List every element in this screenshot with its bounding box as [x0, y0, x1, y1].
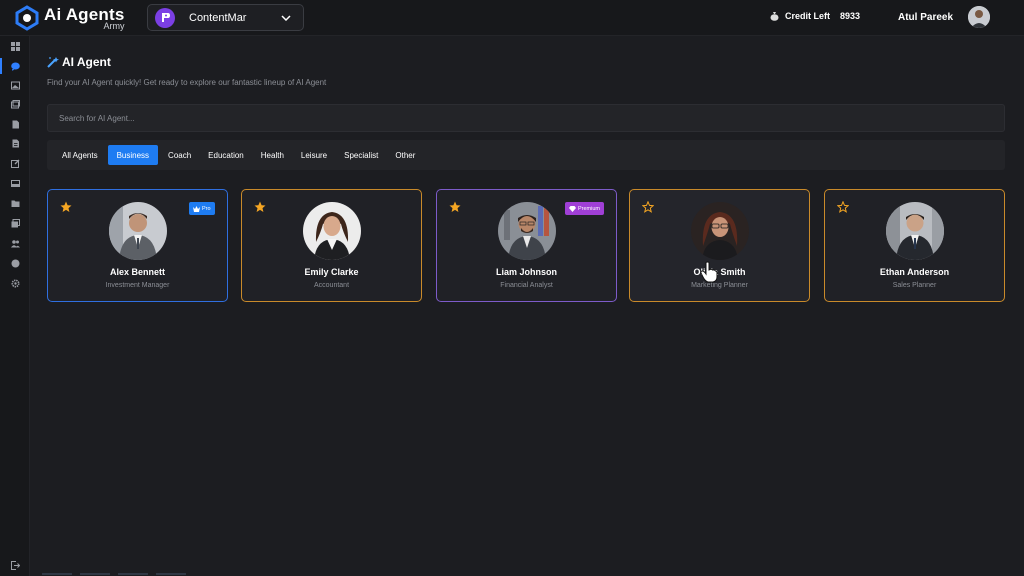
agent-role: Marketing Planner	[691, 282, 748, 289]
workspace-selector[interactable]: ContentMar	[147, 4, 304, 31]
document-icon	[12, 120, 19, 128]
category-tabs: All Agents Business Coach Education Heal…	[47, 140, 1005, 170]
star-outline-icon[interactable]	[837, 201, 849, 213]
sidebar-item-chat[interactable]	[9, 60, 21, 72]
agent-card[interactable]: Premium Liam Johnson Financial Analyst	[436, 189, 617, 302]
page-title: AI Agent	[47, 55, 111, 69]
logout-icon	[10, 560, 20, 570]
app-logo[interactable]: Ai Agents Army	[14, 5, 125, 31]
edit-icon	[10, 159, 19, 168]
sidebar-item-folder[interactable]	[9, 197, 21, 209]
star-outline-icon[interactable]	[642, 201, 654, 213]
logo-icon	[14, 5, 40, 31]
image-icon	[10, 81, 20, 89]
agent-photo	[109, 202, 167, 260]
agent-name: Olivia Smith	[693, 267, 746, 277]
badge-label: Pro	[202, 205, 211, 212]
tab-specialist[interactable]: Specialist	[337, 145, 385, 165]
circle-icon	[11, 259, 19, 267]
tab-other[interactable]: Other	[388, 145, 422, 165]
agent-name: Ethan Anderson	[879, 267, 950, 277]
sidebar	[0, 36, 30, 576]
pro-badge: Pro	[189, 202, 215, 215]
sidebar-item-images[interactable]	[9, 217, 21, 229]
agent-name: Emily Clarke	[304, 267, 359, 277]
magic-wand-icon	[47, 57, 59, 68]
agent-name: Liam Johnson	[495, 267, 557, 277]
page-title-text: AI Agent	[62, 55, 111, 69]
sidebar-item-settings[interactable]	[9, 277, 21, 289]
agent-name: Alex Bennett	[109, 267, 165, 277]
crown-icon	[193, 205, 200, 212]
tab-education[interactable]: Education	[201, 145, 251, 165]
tab-health[interactable]: Health	[254, 145, 291, 165]
credit-value: 8933	[840, 11, 861, 21]
images-icon	[11, 218, 20, 227]
folder-icon	[11, 200, 19, 207]
user-name: Atul Pareek	[898, 11, 954, 23]
agent-photo	[691, 202, 749, 260]
sidebar-item-gallery[interactable]	[9, 98, 21, 110]
credit-indicator: Credit Left 8933	[770, 11, 860, 21]
workspace-avatar-icon	[155, 7, 175, 28]
workspace-name: ContentMar	[189, 11, 247, 24]
money-bag-icon	[770, 12, 779, 21]
main-content: AI Agent Find your AI Agent quickly! Get…	[31, 36, 1024, 576]
agent-card[interactable]: Olivia Smith Marketing Planner	[629, 189, 810, 302]
agent-photo	[886, 202, 944, 260]
agent-photo	[498, 202, 556, 260]
sidebar-item-users[interactable]	[9, 237, 21, 249]
inbox-icon	[10, 179, 20, 187]
sidebar-item-document[interactable]	[9, 118, 21, 130]
users-icon	[10, 239, 20, 247]
agent-role: Accountant	[313, 282, 350, 289]
gallery-icon	[10, 99, 20, 108]
sidebar-item-inbox[interactable]	[9, 177, 21, 189]
chevron-down-icon	[281, 14, 291, 21]
avatar[interactable]	[968, 6, 991, 28]
star-filled-icon[interactable]	[60, 201, 72, 213]
top-bar: Ai Agents Army ContentMar Credit Left 89…	[0, 0, 1024, 36]
brand-name: Ai Agents	[44, 4, 125, 24]
badge-label: Premium	[578, 205, 601, 212]
sidebar-item-logout[interactable]	[9, 559, 21, 571]
agent-role: Financial Analyst	[500, 282, 553, 289]
user-menu[interactable]: Atul Pareek	[898, 6, 991, 28]
agent-role: Sales Planner	[892, 282, 937, 289]
star-filled-icon[interactable]	[449, 201, 461, 213]
tab-leisure[interactable]: Leisure	[294, 145, 334, 165]
page-subtitle: Find your AI Agent quickly! Get ready to…	[47, 78, 327, 87]
grid-icon	[10, 41, 20, 51]
tab-business[interactable]: Business	[107, 145, 159, 165]
agent-role: Investment Manager	[105, 282, 170, 289]
premium-badge: Premium	[565, 202, 605, 215]
sidebar-item-edit[interactable]	[9, 157, 21, 169]
agent-card[interactable]: Pro Alex Bennett Investment Manager	[47, 189, 228, 302]
tab-coach[interactable]: Coach	[161, 145, 198, 165]
agent-card[interactable]: Ethan Anderson Sales Planner	[824, 189, 1005, 302]
sidebar-item-dashboard[interactable]	[9, 40, 21, 52]
search-bar	[47, 104, 1005, 132]
agent-card[interactable]: Emily Clarke Accountant	[241, 189, 422, 302]
settings-icon	[10, 278, 20, 288]
credit-label: Credit Left	[785, 11, 830, 21]
sidebar-active-indicator	[0, 58, 2, 74]
tab-all-agents[interactable]: All Agents	[55, 145, 105, 165]
sidebar-item-file[interactable]	[9, 137, 21, 149]
sidebar-item-image[interactable]	[9, 79, 21, 91]
search-input[interactable]	[48, 105, 1004, 131]
hand-pointer-cursor	[700, 261, 718, 283]
chat-icon	[10, 62, 20, 71]
sidebar-item-circle[interactable]	[9, 257, 21, 269]
agent-photo	[303, 202, 361, 260]
file-icon	[12, 139, 19, 147]
star-filled-icon[interactable]	[254, 201, 266, 213]
diamond-icon	[569, 205, 576, 212]
